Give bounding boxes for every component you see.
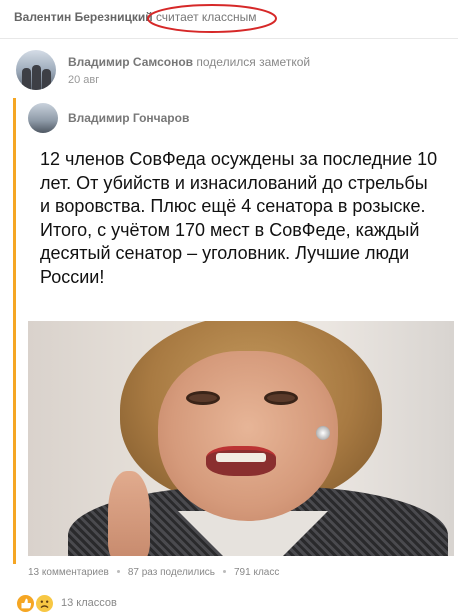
note-date[interactable]: 20 авг [68, 74, 99, 86]
note-author-line: Владимир Самсонов поделился заметкой [68, 55, 310, 69]
shared-author-link[interactable]: Владимир Гончаров [68, 111, 189, 125]
sad-face-icon [35, 594, 54, 612]
activity-actor-link[interactable]: Валентин Березницкий [14, 10, 153, 24]
post-stats: 13 комментариев 87 раз поделились 791 клас… [28, 567, 279, 578]
post-text: 12 членов СовФеда осуждены за последние … [40, 149, 438, 287]
thumbs-up-icon [16, 594, 35, 612]
classes-count-link[interactable]: 791 класс [234, 567, 279, 578]
note-verb: поделился заметкой [196, 55, 311, 69]
post-photo[interactable] [28, 321, 454, 556]
shared-author-avatar[interactable] [28, 103, 58, 133]
author-avatar[interactable] [16, 50, 56, 90]
reactions-count-link[interactable]: 13 классов [61, 597, 117, 609]
comments-count-link[interactable]: 13 комментариев [28, 567, 109, 578]
red-circle-annotation [147, 4, 277, 33]
shares-count-link[interactable]: 87 раз поделились [128, 567, 215, 578]
divider [0, 38, 458, 39]
quote-bar [13, 98, 16, 564]
note-author-link[interactable]: Владимир Самсонов [68, 55, 193, 69]
